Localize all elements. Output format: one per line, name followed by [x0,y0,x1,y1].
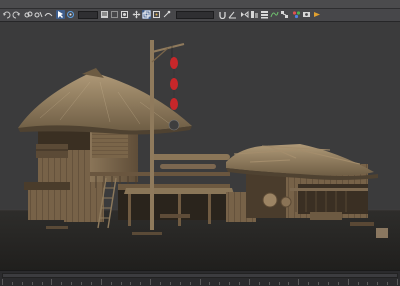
lower-shed-wall [28,188,64,220]
menu-bar [0,0,400,9]
render-setup-icon[interactable] [302,10,311,19]
frame-ruler[interactable] [2,279,398,285]
move-icon[interactable] [132,10,141,19]
red-lanterns [170,57,178,110]
mirror-icon[interactable] [240,10,249,19]
scale-icon[interactable] [142,10,151,19]
perspective-viewport[interactable] [0,22,400,270]
left-house [18,68,256,229]
log-beam [150,154,230,160]
select-object-icon[interactable] [56,10,65,19]
selection-filter-dropdown[interactable] [78,11,98,19]
schematic-view-icon[interactable] [280,10,289,19]
manipulate-icon[interactable] [162,10,171,19]
align-icon[interactable] [250,10,259,19]
round-window [262,192,278,208]
named-selection-dropdown[interactable] [176,11,214,19]
layer-manager-icon[interactable] [260,10,269,19]
curve-editor-icon[interactable] [270,10,279,19]
unlink-icon[interactable] [34,10,43,19]
link-icon[interactable] [24,10,33,19]
lantern [170,57,178,69]
timeline [0,270,400,286]
region-select-icon[interactable] [110,10,119,19]
porch-railing [90,172,230,176]
select-by-name-icon[interactable] [100,10,109,19]
bind-space-warp-icon[interactable] [44,10,53,19]
redo-icon[interactable] [12,10,21,19]
pivot-icon[interactable] [152,10,161,19]
main-toolbar [0,9,400,22]
bench [160,214,190,218]
undo-icon[interactable] [2,10,11,19]
lantern [170,78,178,90]
scene-render [0,40,400,270]
material-editor-icon[interactable] [292,10,301,19]
balcony [36,144,68,158]
angle-snap-icon[interactable] [228,10,237,19]
crate [376,228,388,238]
hanging-lamp [168,119,180,131]
time-slider-track[interactable] [2,273,398,278]
rotate-icon[interactable] [66,10,75,19]
lantern [170,98,178,110]
snap-toggle-icon[interactable] [218,10,227,19]
window-crossing-icon[interactable] [120,10,129,19]
render-icon[interactable] [312,10,321,19]
